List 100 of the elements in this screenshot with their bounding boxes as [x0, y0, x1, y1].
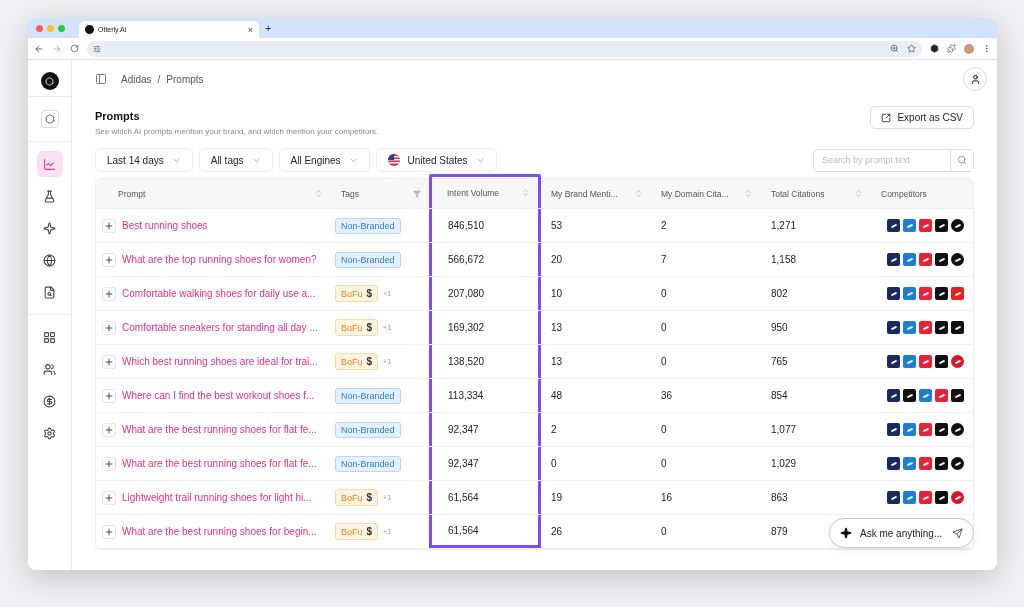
site-settings-icon[interactable]	[93, 44, 101, 53]
table-cell: 53	[551, 220, 563, 231]
table-cell: 92,347	[448, 424, 479, 435]
zoom-icon[interactable]	[890, 44, 899, 53]
extensions-icon[interactable]	[947, 44, 956, 53]
prompt-link[interactable]: What are the best running shoes for flat fe...	[122, 424, 317, 435]
new-tab-button[interactable]: +	[265, 22, 272, 34]
table-cell: 0	[661, 526, 667, 537]
filter-icon[interactable]	[413, 189, 421, 198]
menu-icon[interactable]	[982, 44, 991, 53]
window-close-control[interactable]	[36, 24, 43, 32]
column-header[interactable]: My Brand Menti...	[541, 179, 651, 208]
sort-icon[interactable]	[314, 189, 323, 198]
plus-icon	[104, 424, 114, 435]
table-cell: 802	[771, 288, 788, 299]
tab-close-button[interactable]: ×	[247, 24, 253, 35]
table-cell: 0	[661, 458, 667, 469]
chat-box[interactable]: Ask me anything...	[829, 518, 974, 548]
column-header[interactable]: Prompt	[96, 179, 331, 208]
users-icon	[43, 362, 56, 376]
tag-badge: BoFu $	[335, 489, 379, 506]
table-cell: 48	[551, 390, 563, 401]
table-cell: 765	[771, 356, 788, 367]
table-cell: 863	[771, 492, 788, 503]
expand-button[interactable]	[102, 422, 116, 437]
user-icon	[969, 73, 981, 85]
expand-button[interactable]	[102, 286, 116, 301]
filter-dropdown[interactable]: All tags	[198, 148, 273, 172]
forward-icon[interactable]	[52, 43, 62, 54]
send-icon[interactable]	[952, 527, 963, 539]
user-button[interactable]	[963, 67, 987, 91]
sort-icon[interactable]	[744, 189, 753, 198]
expand-button[interactable]	[102, 524, 116, 539]
back-icon[interactable]	[34, 43, 44, 54]
table-cell: 138,520	[448, 356, 485, 367]
plus-icon	[104, 526, 114, 537]
prompt-link[interactable]: Comfortable walking shoes for daily use a...	[122, 288, 316, 299]
prompt-link[interactable]: Best running shoes	[122, 220, 208, 231]
prompt-link[interactable]: Lightweight trail running shoes for light hi...	[122, 492, 312, 503]
table-cell: 36	[661, 390, 673, 401]
sidebar-toggle-icon[interactable]	[95, 73, 107, 85]
expand-button[interactable]	[102, 252, 116, 267]
plus-icon	[104, 356, 114, 367]
prompt-link[interactable]: Which best running shoes are ideal for trai...	[122, 356, 318, 367]
prompt-link[interactable]: Comfortable sneakers for standing all day ...	[122, 322, 318, 333]
prompt-link[interactable]: What are the best running shoes for begin...	[122, 526, 317, 537]
expand-button[interactable]	[102, 456, 116, 471]
plus-icon	[104, 254, 114, 265]
page-subtitle: See which AI prompts mention your brand, and which mention your competitors.	[95, 127, 380, 136]
expand-button[interactable]	[102, 388, 116, 403]
chat-input[interactable]: Ask me anything...	[858, 526, 946, 540]
expand-button[interactable]	[102, 320, 116, 335]
table-cell: 7	[661, 254, 667, 265]
tag-badge: Non-Branded	[335, 421, 401, 438]
expand-button[interactable]	[102, 354, 116, 369]
export-button[interactable]: Export as CSV	[870, 106, 974, 129]
expand-button[interactable]	[102, 490, 116, 505]
search-box[interactable]: Search by prompt text	[813, 148, 974, 172]
grid-icon	[43, 330, 56, 344]
hexagon-icon	[45, 76, 54, 86]
table-cell: 0	[661, 288, 667, 299]
table-cell: 0	[661, 356, 667, 367]
table-cell: 1,029	[771, 458, 797, 469]
expand-button[interactable]	[102, 218, 116, 233]
sparkle-icon	[43, 221, 56, 235]
column-header[interactable]: My Domain Cita...	[651, 179, 761, 208]
extension-icon[interactable]	[930, 44, 939, 53]
filter-dropdown[interactable]: Last 14 days	[95, 148, 193, 172]
filter-dropdown[interactable]: All Engines	[278, 148, 370, 172]
column-header[interactable]: Tags	[331, 179, 429, 208]
filter-dropdown[interactable]: United States	[375, 148, 497, 172]
tag-badge: BoFu $	[335, 319, 379, 336]
prompt-link[interactable]: What are the best running shoes for flat fe...	[122, 458, 317, 469]
search-button[interactable]	[950, 149, 973, 171]
table-cell: 846,510	[448, 220, 485, 231]
sort-icon[interactable]	[854, 189, 863, 198]
prompt-link[interactable]: Where can I find the best workout shoes f...	[122, 390, 315, 401]
tag-badge: Non-Branded	[335, 251, 401, 268]
sort-icon[interactable]	[521, 188, 530, 197]
breadcrumb-item[interactable]: Prompts	[166, 73, 204, 85]
search-field[interactable]: Search by prompt text	[814, 155, 950, 165]
column-header[interactable]: Total Citations	[761, 179, 871, 208]
table-cell: 16	[661, 492, 673, 503]
sort-icon[interactable]	[634, 189, 643, 198]
window-maximize-control[interactable]	[58, 24, 65, 32]
table-cell: 10	[551, 288, 563, 299]
plus-icon	[104, 492, 114, 503]
reload-icon[interactable]	[70, 44, 79, 53]
bookmark-icon[interactable]	[907, 44, 916, 53]
flag-icon	[387, 154, 400, 166]
breadcrumb-item[interactable]: Adidas	[121, 73, 152, 85]
column-header[interactable]: Competitors	[871, 179, 973, 208]
breadcrumb-item: /	[157, 73, 161, 85]
sparkle-icon	[840, 527, 852, 539]
window-minimize-control[interactable]	[47, 24, 54, 32]
app-logo-icon[interactable]	[40, 72, 59, 90]
profile-avatar[interactable]	[964, 43, 974, 54]
column-header[interactable]: Intent Volume	[429, 174, 541, 208]
table-cell: 0	[661, 424, 667, 435]
prompt-link[interactable]: What are the top running shoes for women?	[122, 254, 317, 265]
